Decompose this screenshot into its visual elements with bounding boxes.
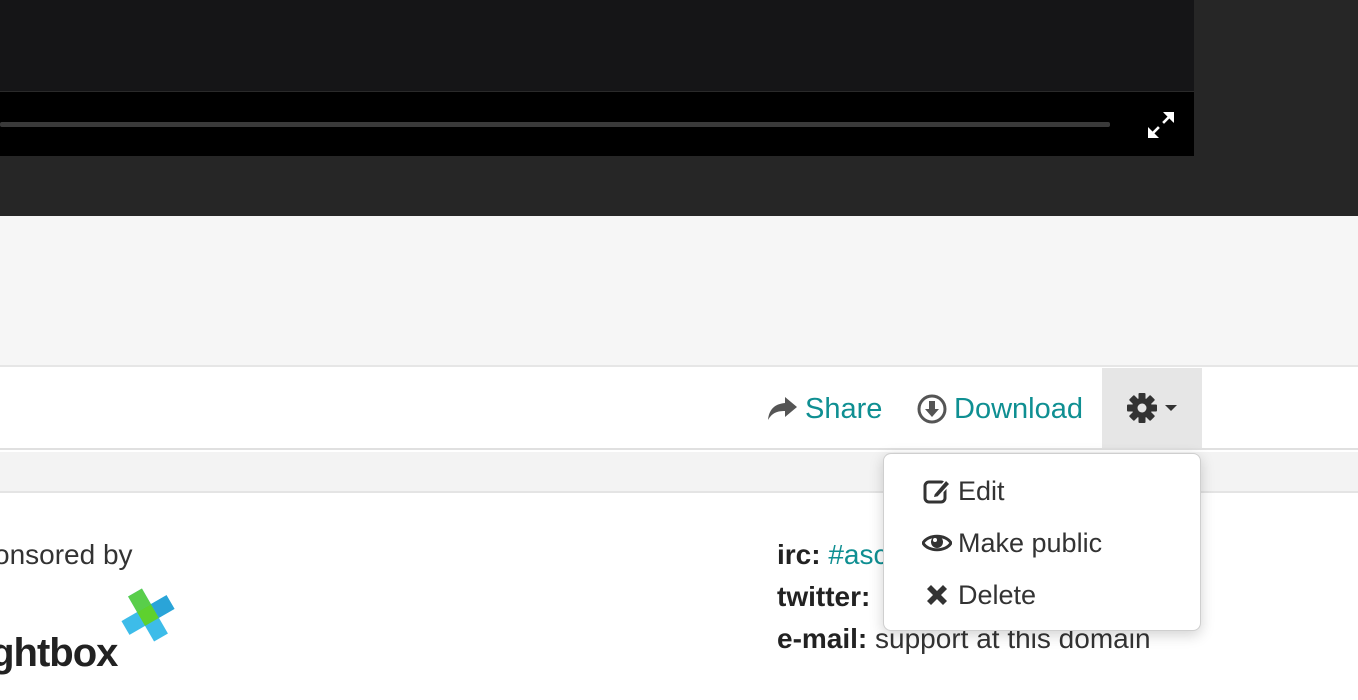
- twitter-label: twitter:: [777, 581, 871, 612]
- progress-bar[interactable]: [0, 122, 1110, 127]
- edit-icon: [923, 478, 952, 504]
- settings-dropdown-menu: Edit Make public Delete: [883, 453, 1201, 631]
- sponsor-logo[interactable]: ightbox: [0, 585, 180, 685]
- share-icon: [768, 397, 797, 420]
- action-bar: Share Download: [0, 368, 1358, 450]
- irc-label: irc:: [777, 539, 821, 570]
- eye-icon: [922, 534, 952, 552]
- menu-item-edit[interactable]: Edit: [884, 467, 1200, 515]
- chevron-down-icon: [1165, 405, 1177, 411]
- player-control-bar: [0, 91, 1194, 156]
- menu-item-make-public[interactable]: Make public: [884, 519, 1200, 567]
- close-icon: [927, 585, 947, 605]
- contact-irc: irc: #asc: [777, 539, 888, 571]
- sponsored-by-text: onsored by: [0, 539, 133, 570]
- gear-icon: [1127, 393, 1157, 423]
- irc-link[interactable]: #asc: [828, 539, 887, 570]
- contact-twitter: twitter:: [777, 581, 870, 613]
- player-screen[interactable]: [0, 0, 1194, 91]
- share-button[interactable]: Share: [767, 390, 882, 428]
- description-area: [0, 216, 1358, 367]
- download-label: Download: [954, 392, 1083, 425]
- download-icon: [917, 394, 947, 424]
- menu-item-label: Delete: [958, 579, 1037, 610]
- menu-item-label: Edit: [958, 475, 1005, 506]
- share-label: Share: [805, 392, 883, 425]
- email-label: e-mail:: [777, 623, 868, 654]
- sponsor-logo-mark: [121, 588, 175, 642]
- download-button[interactable]: Download: [916, 390, 1083, 428]
- settings-dropdown-button[interactable]: [1102, 368, 1202, 448]
- menu-item-label: Make public: [958, 527, 1103, 558]
- player-area: [0, 0, 1358, 216]
- menu-item-delete[interactable]: Delete: [884, 571, 1200, 619]
- sponsor-logo-text: ightbox: [0, 631, 118, 675]
- fullscreen-icon[interactable]: [1144, 108, 1178, 142]
